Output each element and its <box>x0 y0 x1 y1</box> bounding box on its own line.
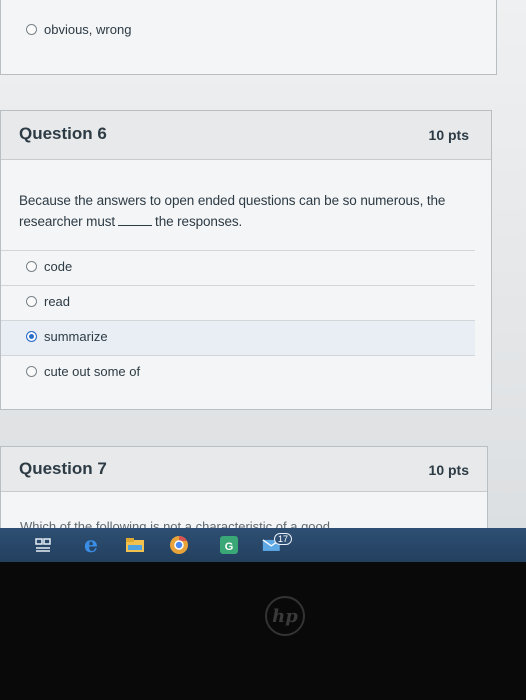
question-text-after: the responses. <box>155 214 243 229</box>
answer-label: obvious, wrong <box>44 22 132 37</box>
chrome-icon[interactable] <box>168 534 190 556</box>
radio-button[interactable] <box>26 24 37 35</box>
question-header: Question 7 10 pts <box>1 447 487 492</box>
radio-button[interactable] <box>26 366 37 377</box>
radio-button[interactable] <box>26 261 37 272</box>
hp-logo: hp <box>265 596 305 636</box>
answer-list: code read summarize cute out some of <box>1 250 475 390</box>
answer-option[interactable]: obvious, wrong <box>1 14 496 48</box>
mail-icon[interactable]: 17 <box>262 533 293 556</box>
blank-line <box>118 215 153 226</box>
question-title: Question 6 <box>19 124 107 143</box>
radio-button-selected[interactable] <box>26 331 37 342</box>
previous-question-card: obvious, wrong <box>0 0 497 75</box>
question-points: 10 pts <box>428 127 469 143</box>
task-view-icon[interactable] <box>32 534 54 556</box>
file-explorer-icon[interactable] <box>124 534 146 556</box>
answer-label: summarize <box>44 329 108 344</box>
answer-option[interactable]: code <box>1 250 475 285</box>
answer-option-selected[interactable]: summarize <box>1 320 475 355</box>
question-points: 10 pts <box>428 462 469 478</box>
taskbar: e G 17 <box>0 528 526 562</box>
answer-option[interactable]: read <box>1 285 475 320</box>
answer-label: code <box>44 259 73 274</box>
app-icon[interactable]: G <box>218 534 240 556</box>
notification-badge: 17 <box>274 533 293 545</box>
question-title: Question 7 <box>19 459 107 478</box>
radio-button[interactable] <box>26 296 37 307</box>
answer-label: cute out some of <box>44 364 141 379</box>
answer-label: read <box>44 294 71 309</box>
answer-option[interactable]: cute out some of <box>1 355 475 390</box>
question-header: Question 6 10 pts <box>1 111 491 160</box>
question-text: Which of the following is not a characte… <box>20 519 330 528</box>
laptop-bezel <box>0 562 526 700</box>
edge-icon[interactable]: e <box>80 532 102 558</box>
question-text: Because the answers to open ended questi… <box>19 190 479 232</box>
quiz-page: obvious, wrong Question 6 10 pts Because… <box>0 0 526 536</box>
svg-text:G: G <box>225 541 234 553</box>
